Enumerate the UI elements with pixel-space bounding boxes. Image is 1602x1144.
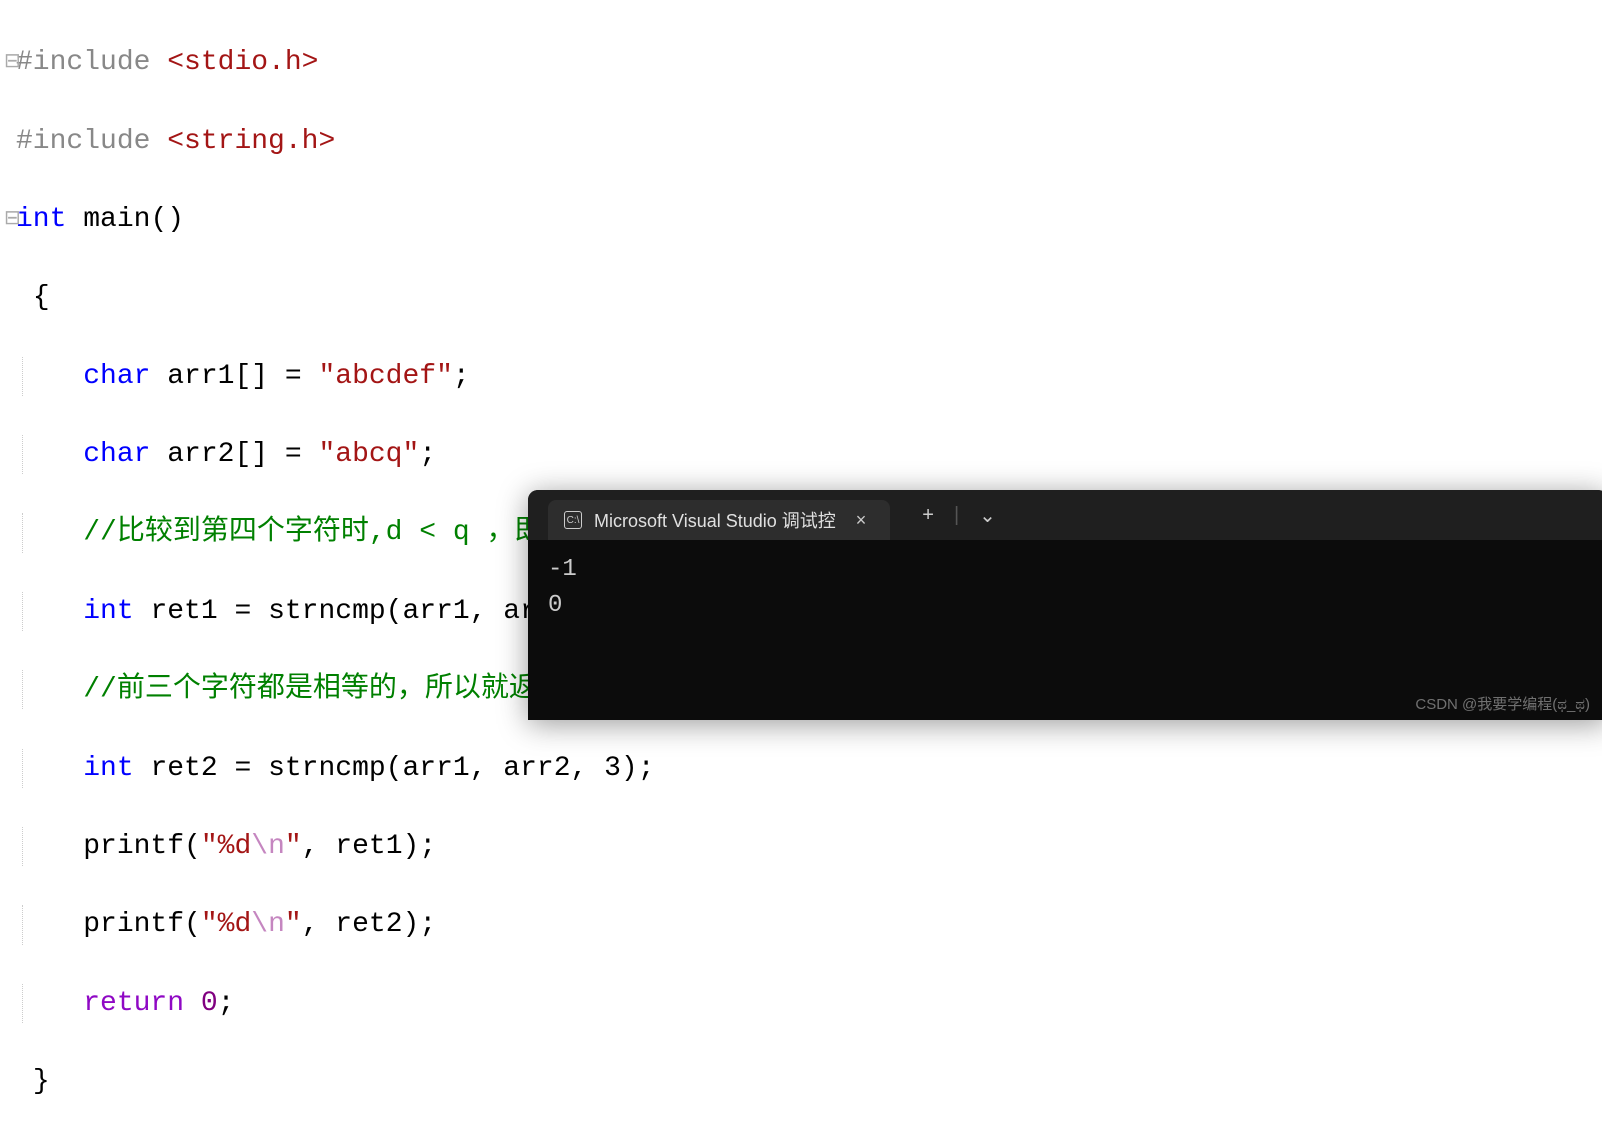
open-brace: {	[33, 282, 50, 313]
terminal-tab[interactable]: C:\ Microsoft Visual Studio 调试控 ×	[548, 500, 890, 540]
semicolon: ;	[419, 439, 436, 470]
indent-guide	[22, 670, 23, 709]
code-line: return 0;	[8, 984, 1594, 1023]
watermark-text: CSDN @我要学编程(ಥ_ಥ)	[1415, 693, 1590, 714]
escape-seq: \n	[251, 909, 285, 940]
code-line: ⊟#include <stdio.h>	[8, 43, 1594, 82]
semicolon: ;	[453, 361, 470, 392]
indent-guide	[22, 513, 23, 552]
new-tab-button[interactable]: +	[910, 500, 946, 531]
function-call: printf	[83, 831, 184, 862]
code-line: printf("%d\n", ret2);	[8, 905, 1594, 944]
code-line: ⊟int main()	[8, 200, 1594, 239]
indent-guide	[22, 827, 23, 866]
terminal-tab-title: Microsoft Visual Studio 调试控	[594, 507, 836, 533]
include-path: <stdio.h>	[167, 47, 318, 78]
args: , ret1);	[302, 831, 436, 862]
tab-dropdown-button[interactable]: ⌄	[967, 499, 1008, 532]
function-call: printf	[83, 909, 184, 940]
output-line: -1	[548, 556, 577, 583]
keyword-int: int	[83, 753, 133, 784]
open-paren: (	[184, 909, 201, 940]
string-literal: "%d	[201, 831, 251, 862]
code-line: char arr1[] = "abcdef";	[8, 357, 1594, 396]
keyword-int: int	[16, 204, 66, 235]
terminal-window: C:\ Microsoft Visual Studio 调试控 × + | ⌄ …	[528, 490, 1602, 720]
declaration: arr1[] =	[150, 361, 318, 392]
fold-marker: ⊟	[4, 49, 21, 77]
number-zero: 0	[201, 988, 218, 1019]
comment: //前三个字符都是相等的，所以就返回0	[83, 674, 581, 705]
indent-guide	[22, 357, 23, 396]
terminal-actions: + | ⌄	[910, 499, 1008, 532]
args: , ret2);	[302, 909, 436, 940]
string-literal: "%d	[201, 909, 251, 940]
open-paren: (	[184, 831, 201, 862]
indent-guide	[22, 984, 23, 1023]
string-literal: "abcdef"	[318, 361, 452, 392]
indent-guide	[22, 592, 23, 631]
string-literal: "	[285, 831, 302, 862]
function-name: main	[66, 204, 150, 235]
indent-guide	[22, 435, 23, 474]
code-line: char arr2[] = "abcq";	[8, 435, 1594, 474]
code-line: }	[8, 1062, 1594, 1101]
parens: ()	[150, 204, 184, 235]
console-icon: C:\	[564, 511, 582, 529]
close-tab-button[interactable]: ×	[848, 506, 875, 535]
code-line: int ret2 = strncmp(arr1, arr2, 3);	[8, 749, 1594, 788]
output-line: 0	[548, 592, 562, 619]
terminal-output[interactable]: -1 0	[528, 540, 1602, 636]
code-line: printf("%d\n", ret1);	[8, 827, 1594, 866]
escape-seq: \n	[251, 831, 285, 862]
keyword-return: return	[83, 988, 184, 1019]
indent-guide	[22, 749, 23, 788]
code-line: {	[8, 278, 1594, 317]
string-literal: "	[285, 909, 302, 940]
fold-marker: ⊟	[4, 206, 21, 234]
preprocessor: #include	[16, 47, 167, 78]
statement: ret2 = strncmp(arr1, arr2, 3);	[134, 753, 655, 784]
preprocessor: #include	[16, 126, 167, 157]
terminal-titlebar[interactable]: C:\ Microsoft Visual Studio 调试控 × + | ⌄	[528, 490, 1602, 540]
declaration: arr2[] =	[150, 439, 318, 470]
code-line: #include <string.h>	[8, 122, 1594, 161]
keyword-char: char	[83, 361, 150, 392]
indent-guide	[22, 905, 23, 944]
keyword-int: int	[83, 596, 133, 627]
semicolon: ;	[218, 988, 235, 1019]
close-brace: }	[33, 1066, 50, 1097]
string-literal: "abcq"	[318, 439, 419, 470]
keyword-char: char	[83, 439, 150, 470]
include-path: <string.h>	[167, 126, 335, 157]
